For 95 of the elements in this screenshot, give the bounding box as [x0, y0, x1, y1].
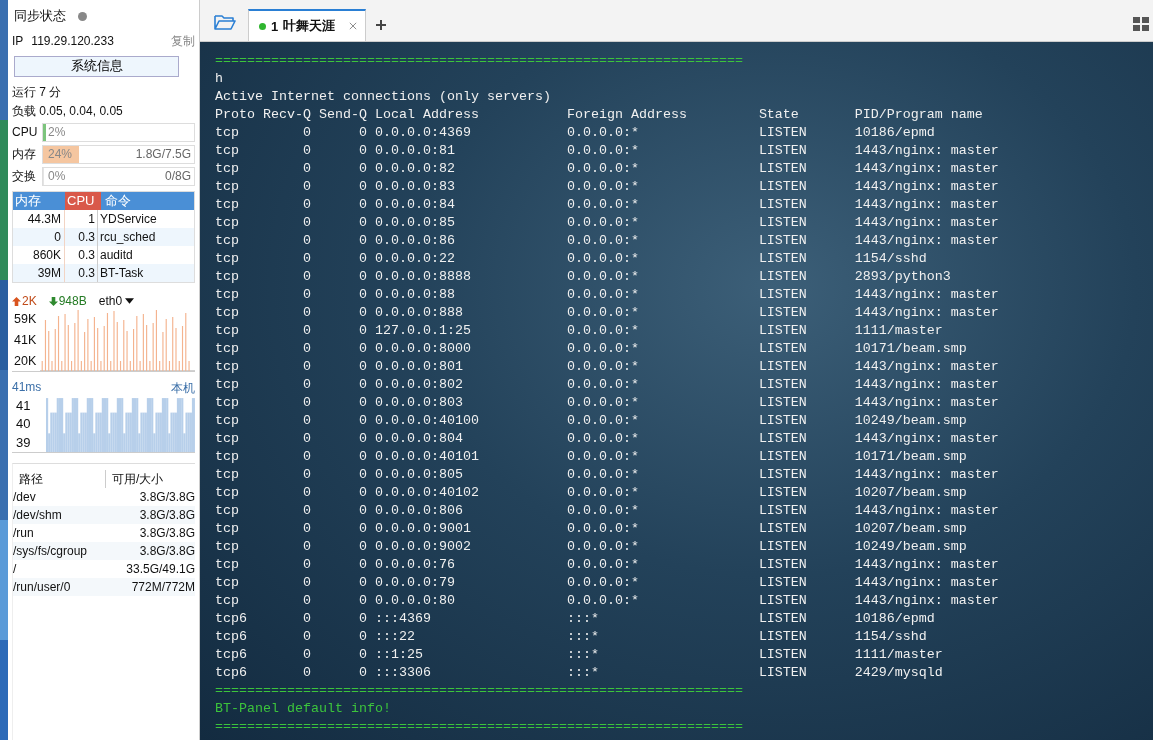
latency-text: 41ms [12, 380, 42, 396]
meter-label: 内存 [12, 145, 37, 163]
terminal-line: tcp6 0 0 ::1:25 :::* LISTEN 1111/master [215, 646, 944, 664]
table-cell-text: 33.5G/49.1G [125, 561, 195, 578]
terminal-line: tcp 0 0 0.0.0.0:85 0.0.0.0:* LISTEN 1443/nginx: master [215, 214, 1000, 232]
down-arrow-icon [48, 296, 58, 306]
terminal-line: tcp 0 0 0.0.0.0:40100 0.0.0.0:* LISTEN 10249/beam.smp [215, 412, 968, 430]
usage-percent: 24% [48, 147, 73, 161]
terminal-line: ================================================================== [215, 52, 744, 70]
session-tab[interactable]: 1 叶舞天涯 [248, 9, 367, 41]
terminal-line: tcp6 0 0 :::22 :::* LISTEN 1154/sshd [215, 628, 928, 646]
terminal-line: tcp 0 0 0.0.0.0:8888 0.0.0.0:* LISTEN 2893/python3 [215, 268, 952, 286]
column-header[interactable]: CPU [65, 192, 101, 210]
usage-amount: 1.8G/7.5G [135, 147, 191, 161]
ip-address: 119.29.120.233 [31, 34, 114, 48]
load-text: 负载 0.05, 0.04, 0.05 [12, 103, 124, 120]
terminal-line: tcp 0 0 0.0.0.0:86 0.0.0.0:* LISTEN 1443/nginx: master [215, 232, 1000, 250]
terminal-line: tcp 0 0 0.0.0.0:84 0.0.0.0:* LISTEN 1443/nginx: master [215, 196, 1000, 214]
terminal-line: tcp6 0 0 :::4369 :::* LISTEN 10186/epmd [215, 610, 936, 628]
tab-number: 1 [271, 18, 279, 34]
meter-label: CPU [12, 125, 39, 139]
table-cell: 39M [13, 264, 65, 282]
folder-icon[interactable] [214, 13, 236, 31]
table-cell-text: 772M/772M [130, 579, 195, 596]
axis-label: 40 [16, 416, 32, 432]
terminal-line: h [215, 70, 224, 88]
caret-icon [125, 298, 135, 304]
terminal-line: tcp 0 0 0.0.0.0:806 0.0.0.0:* LISTEN 1443/nginx: master [215, 502, 1000, 520]
table-cell-text: 3.8G/3.8G [138, 489, 195, 506]
ip-label: IP [12, 34, 24, 48]
terminal-line: tcp 0 0 127.0.0.1:25 0.0.0.0:* LISTEN 1111/master [215, 322, 944, 340]
terminal-line: tcp 0 0 0.0.0.0:9001 0.0.0.0:* LISTEN 10207/beam.smp [215, 520, 968, 538]
terminal-line: tcp 0 0 0.0.0.0:888 0.0.0.0:* LISTEN 1443/nginx: master [215, 304, 1000, 322]
uptime-text: 运行 7 分 [12, 84, 63, 101]
column-header[interactable]: 路径 [13, 470, 106, 488]
table-cell-text: /dev/shm [13, 507, 63, 524]
ping-target[interactable]: 本机 [171, 380, 195, 396]
download-speed: 948B [48, 294, 87, 308]
axis-label: 41K [13, 333, 38, 347]
terminal-line: tcp 0 0 0.0.0.0:803 0.0.0.0:* LISTEN 1443/nginx: master [215, 394, 1000, 412]
terminal-line: tcp 0 0 0.0.0.0:79 0.0.0.0:* LISTEN 1443/nginx: master [215, 574, 1000, 592]
terminal-line: tcp 0 0 0.0.0.0:8000 0.0.0.0:* LISTEN 10171/beam.smp [215, 340, 968, 358]
table-cell-text: 3.8G/3.8G [138, 525, 195, 542]
terminal-line: tcp 0 0 0.0.0.0:88 0.0.0.0:* LISTEN 1443/nginx: master [215, 286, 1000, 304]
terminal-line: tcp 0 0 0.0.0.0:805 0.0.0.0:* LISTEN 1443/nginx: master [215, 466, 1000, 484]
terminal-line: tcp 0 0 0.0.0.0:40101 0.0.0.0:* LISTEN 10171/beam.smp [215, 448, 968, 466]
meter-label: 交换 [12, 167, 37, 185]
usage-amount: 0/8G [165, 169, 191, 183]
table-cell-text: /run [13, 525, 35, 542]
usage-percent: 2% [48, 125, 66, 139]
tab-title: 叶舞天涯 [283, 17, 336, 35]
terminal-line: tcp 0 0 0.0.0.0:9002 0.0.0.0:* LISTEN 10249/beam.smp [215, 538, 968, 556]
table-cell-text: 3.8G/3.8G [138, 543, 195, 560]
copy-link[interactable]: 复制 [171, 32, 195, 50]
column-header[interactable]: 可用/大小 [106, 470, 195, 488]
upload-speed: 2K [12, 294, 37, 308]
terminal-line: tcp 0 0 0.0.0.0:22 0.0.0.0:* LISTEN 1154/sshd [215, 250, 928, 268]
table-cell-text: auditd [99, 247, 133, 264]
terminal-line: tcp 0 0 0.0.0.0:804 0.0.0.0:* LISTEN 1443/nginx: master [215, 430, 1000, 448]
terminal-line: BT-Panel default info! [215, 700, 392, 718]
terminal-line: tcp 0 0 0.0.0.0:4369 0.0.0.0:* LISTEN 10186/epmd [215, 124, 936, 142]
axis-label: 20K [13, 353, 38, 368]
terminal-line: tcp 0 0 0.0.0.0:80 0.0.0.0:* LISTEN 1443/nginx: master [215, 592, 1000, 610]
interface-dropdown[interactable]: eth0 [98, 294, 135, 308]
up-arrow-icon [12, 296, 21, 306]
terminal-line: Proto Recv-Q Send-Q Local Address Foreign Address State PID/Program name [215, 106, 984, 124]
table-cell-text: /sys/fs/cgroup [13, 543, 89, 560]
axis-label: 39 [16, 435, 32, 451]
grid-icon[interactable] [1133, 17, 1149, 31]
table-cell-text: /dev [13, 489, 37, 506]
table-cell-text: 3.8G/3.8G [138, 507, 195, 524]
table-cell-text: BT-Task [99, 265, 144, 282]
new-tab-icon[interactable] [376, 20, 387, 30]
system-info-button[interactable]: 系统信息 [14, 56, 179, 77]
terminal-line: tcp 0 0 0.0.0.0:83 0.0.0.0:* LISTEN 1443/nginx: master [215, 178, 1000, 196]
terminal-line: ================================================================== [215, 718, 744, 736]
table-cell-text: / [13, 561, 18, 578]
terminal-line: tcp 0 0 0.0.0.0:81 0.0.0.0:* LISTEN 1443/nginx: master [215, 142, 1000, 160]
table-cell-text: rcu_sched [99, 229, 156, 246]
terminal-line: tcp6 0 0 :::3306 :::* LISTEN 2429/mysqld [215, 664, 944, 682]
close-icon[interactable] [349, 22, 358, 30]
table-cell-text: /run/user/0 [13, 579, 72, 596]
terminal-line: Active Internet connections (only servers) [215, 88, 552, 106]
terminal-line: tcp 0 0 0.0.0.0:802 0.0.0.0:* LISTEN 1443/nginx: master [215, 376, 1000, 394]
sync-status-label: 同步状态 [14, 7, 66, 25]
terminal-line: ================================================================== [215, 682, 744, 700]
terminal-line: tcp 0 0 0.0.0.0:801 0.0.0.0:* LISTEN 1443/nginx: master [215, 358, 1000, 376]
table-cell-text: YDService [99, 211, 157, 228]
table-cell: 0.3 [65, 264, 98, 282]
terminal-line: tcp 0 0 0.0.0.0:40102 0.0.0.0:* LISTEN 10207/beam.smp [215, 484, 968, 502]
terminal-line: tcp 0 0 0.0.0.0:82 0.0.0.0:* LISTEN 1443/nginx: master [215, 160, 1000, 178]
terminal-line: tcp 0 0 0.0.0.0:76 0.0.0.0:* LISTEN 1443/nginx: master [215, 556, 1000, 574]
axis-label: 59K [13, 312, 38, 327]
axis-label: 41 [16, 397, 32, 413]
usage-percent: 0% [48, 169, 66, 183]
